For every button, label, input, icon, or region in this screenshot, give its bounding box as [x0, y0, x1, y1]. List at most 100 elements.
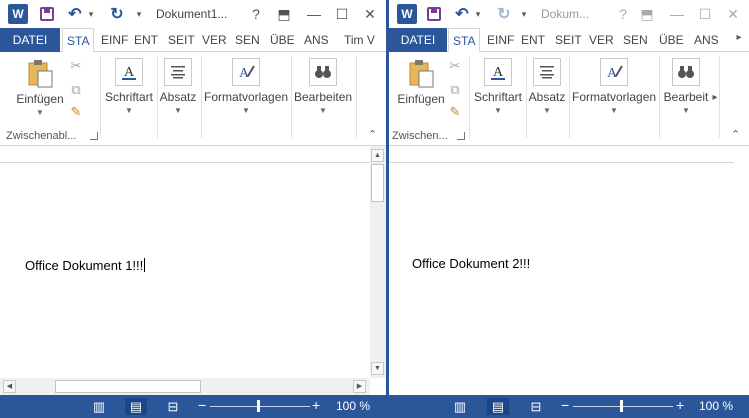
redo-icon[interactable]: ↻	[495, 4, 513, 24]
zoom-slider[interactable]	[210, 406, 310, 407]
tab-mailings[interactable]: SEN	[231, 28, 264, 52]
print-layout-icon[interactable]: ▤	[125, 398, 147, 415]
collapse-ribbon-icon[interactable]: ⌃	[731, 128, 740, 141]
vertical-scrollbar[interactable]	[734, 146, 749, 395]
tab-review[interactable]: ÜBE	[266, 28, 299, 52]
tab-mailings[interactable]: SEN	[619, 28, 652, 52]
customize-qat-icon[interactable]: ▾	[519, 4, 529, 24]
web-layout-icon[interactable]: ⊟	[525, 398, 547, 415]
save-icon[interactable]	[38, 4, 56, 24]
help-button[interactable]: ?	[248, 4, 264, 24]
zoom-slider-thumb[interactable]	[620, 400, 623, 412]
tab-insert[interactable]: EINF	[97, 28, 132, 52]
paste-button[interactable]: Einfügen ▼	[12, 60, 68, 117]
vertical-scroll-thumb[interactable]	[371, 164, 384, 202]
title-bar[interactable]: W ↶ ▾ ↻ ▾ Dokum... ? ⬒ — ☐ ✕	[389, 0, 749, 28]
document-area[interactable]: Office Dokument 1!!!	[0, 146, 370, 378]
cut-icon[interactable]: ✂	[447, 58, 463, 74]
zoom-in-icon[interactable]: +	[676, 397, 684, 413]
word-window-right: W ↶ ▾ ↻ ▾ Dokum... ? ⬒ — ☐ ✕ DATEI STA E…	[389, 0, 749, 418]
title-bar[interactable]: W ↶ ▾ ↻ ▾ Dokument1... ? ⬒ — ☐ ✕	[0, 0, 386, 28]
format-painter-icon[interactable]: ✎	[447, 104, 463, 120]
user-name[interactable]: Tim V	[344, 28, 375, 52]
tabs-scroll-right-icon[interactable]: ▸	[733, 32, 745, 48]
word-app-icon[interactable]: W	[397, 4, 417, 24]
word-app-icon[interactable]: W	[8, 4, 28, 24]
collapse-ribbon-icon[interactable]: ⌃	[368, 128, 377, 141]
tab-insert[interactable]: EINF	[483, 28, 518, 52]
print-layout-icon[interactable]: ▤	[487, 398, 509, 415]
zoom-slider[interactable]	[573, 406, 673, 407]
font-button[interactable]: A Schriftart ▼	[104, 58, 154, 115]
document-area[interactable]: Office Dokument 2!!!	[389, 146, 734, 378]
undo-icon[interactable]: ↶	[453, 4, 471, 24]
save-icon[interactable]	[425, 4, 443, 24]
tab-home[interactable]: STA	[448, 28, 481, 53]
text-caret	[144, 258, 146, 272]
undo-dropdown-icon[interactable]: ▾	[86, 4, 96, 24]
close-button[interactable]: ✕	[362, 4, 378, 24]
tab-references[interactable]: VER	[198, 28, 231, 52]
tab-review[interactable]: ÜBE	[655, 28, 688, 52]
tab-file[interactable]: DATEI	[0, 28, 60, 52]
tab-layout[interactable]: SEIT	[551, 28, 586, 52]
styles-button[interactable]: A Formatvorlagen ▼	[572, 58, 656, 115]
scroll-down-icon[interactable]: ▼	[371, 362, 384, 375]
tab-layout[interactable]: SEIT	[164, 28, 199, 52]
help-button[interactable]: ?	[615, 4, 631, 24]
editing-button[interactable]: Bearbeit ▼	[661, 58, 711, 115]
zoom-slider-thumb[interactable]	[257, 400, 260, 412]
document-text[interactable]: Office Dokument 1!!!	[25, 258, 146, 273]
tab-design[interactable]: ENT	[517, 28, 549, 52]
redo-icon[interactable]: ↻	[108, 4, 126, 24]
font-button[interactable]: A Schriftart ▼	[473, 58, 523, 115]
copy-icon[interactable]: ⧉	[68, 82, 84, 98]
paragraph-button[interactable]: Absatz ▼	[158, 58, 198, 115]
undo-dropdown-icon[interactable]: ▾	[473, 4, 483, 24]
cut-icon[interactable]: ✂	[68, 58, 84, 74]
zoom-out-icon[interactable]: −	[561, 397, 569, 413]
tab-references[interactable]: VER	[585, 28, 618, 52]
scroll-right-icon[interactable]: ▶	[353, 380, 366, 393]
horizontal-scroll-thumb[interactable]	[55, 380, 201, 393]
maximize-button[interactable]: ☐	[334, 4, 350, 24]
zoom-in-icon[interactable]: +	[312, 397, 320, 413]
status-bar: ▥ ▤ ⊟ − + 100 %	[0, 395, 386, 418]
document-text[interactable]: Office Dokument 2!!!	[412, 256, 530, 271]
tab-home[interactable]: STA	[62, 28, 95, 53]
editing-button[interactable]: Bearbeiten ▼	[294, 58, 352, 115]
read-mode-icon[interactable]: ▥	[449, 398, 471, 415]
scroll-up-icon[interactable]: ▲	[371, 149, 384, 162]
horizontal-scrollbar[interactable]: ◀ ▶	[0, 378, 370, 395]
zoom-level[interactable]: 100 %	[336, 399, 370, 413]
styles-button[interactable]: A Formatvorlagen ▼	[204, 58, 288, 115]
read-mode-icon[interactable]: ▥	[88, 398, 110, 415]
format-painter-icon[interactable]: ✎	[68, 104, 84, 120]
zoom-out-icon[interactable]: −	[198, 397, 206, 413]
ribbon-display-options-button[interactable]: ⬒	[276, 4, 292, 24]
minimize-button[interactable]: —	[669, 4, 685, 24]
tab-view[interactable]: ANS	[300, 28, 333, 52]
undo-icon[interactable]: ↶	[66, 4, 84, 24]
copy-icon[interactable]: ⧉	[447, 82, 463, 98]
ribbon-display-options-button[interactable]: ⬒	[639, 4, 655, 24]
vertical-scrollbar[interactable]: ▲ ▼	[370, 146, 386, 378]
dialog-launcher-icon[interactable]	[90, 132, 98, 140]
tab-view[interactable]: ANS	[690, 28, 723, 52]
web-layout-icon[interactable]: ⊟	[162, 398, 184, 415]
minimize-button[interactable]: —	[306, 4, 322, 24]
tab-design[interactable]: ENT	[130, 28, 162, 52]
customize-qat-icon[interactable]: ▾	[134, 4, 144, 24]
ribbon-tabs: DATEI STA EINF ENT SEIT VER SEN ÜBE ANS …	[389, 28, 749, 53]
zoom-level[interactable]: 100 %	[699, 399, 733, 413]
scroll-left-icon[interactable]: ◀	[3, 380, 16, 393]
maximize-button[interactable]: ☐	[697, 4, 713, 24]
paste-button[interactable]: Einfügen	[393, 60, 449, 106]
tab-file[interactable]: DATEI	[389, 28, 447, 52]
page-edge	[0, 162, 370, 163]
close-button[interactable]: ✕	[725, 4, 741, 24]
font-icon: A	[115, 58, 143, 86]
paragraph-button[interactable]: Absatz ▼	[527, 58, 567, 115]
chevron-down-icon: ▼	[36, 108, 44, 117]
dialog-launcher-icon[interactable]	[457, 132, 465, 140]
